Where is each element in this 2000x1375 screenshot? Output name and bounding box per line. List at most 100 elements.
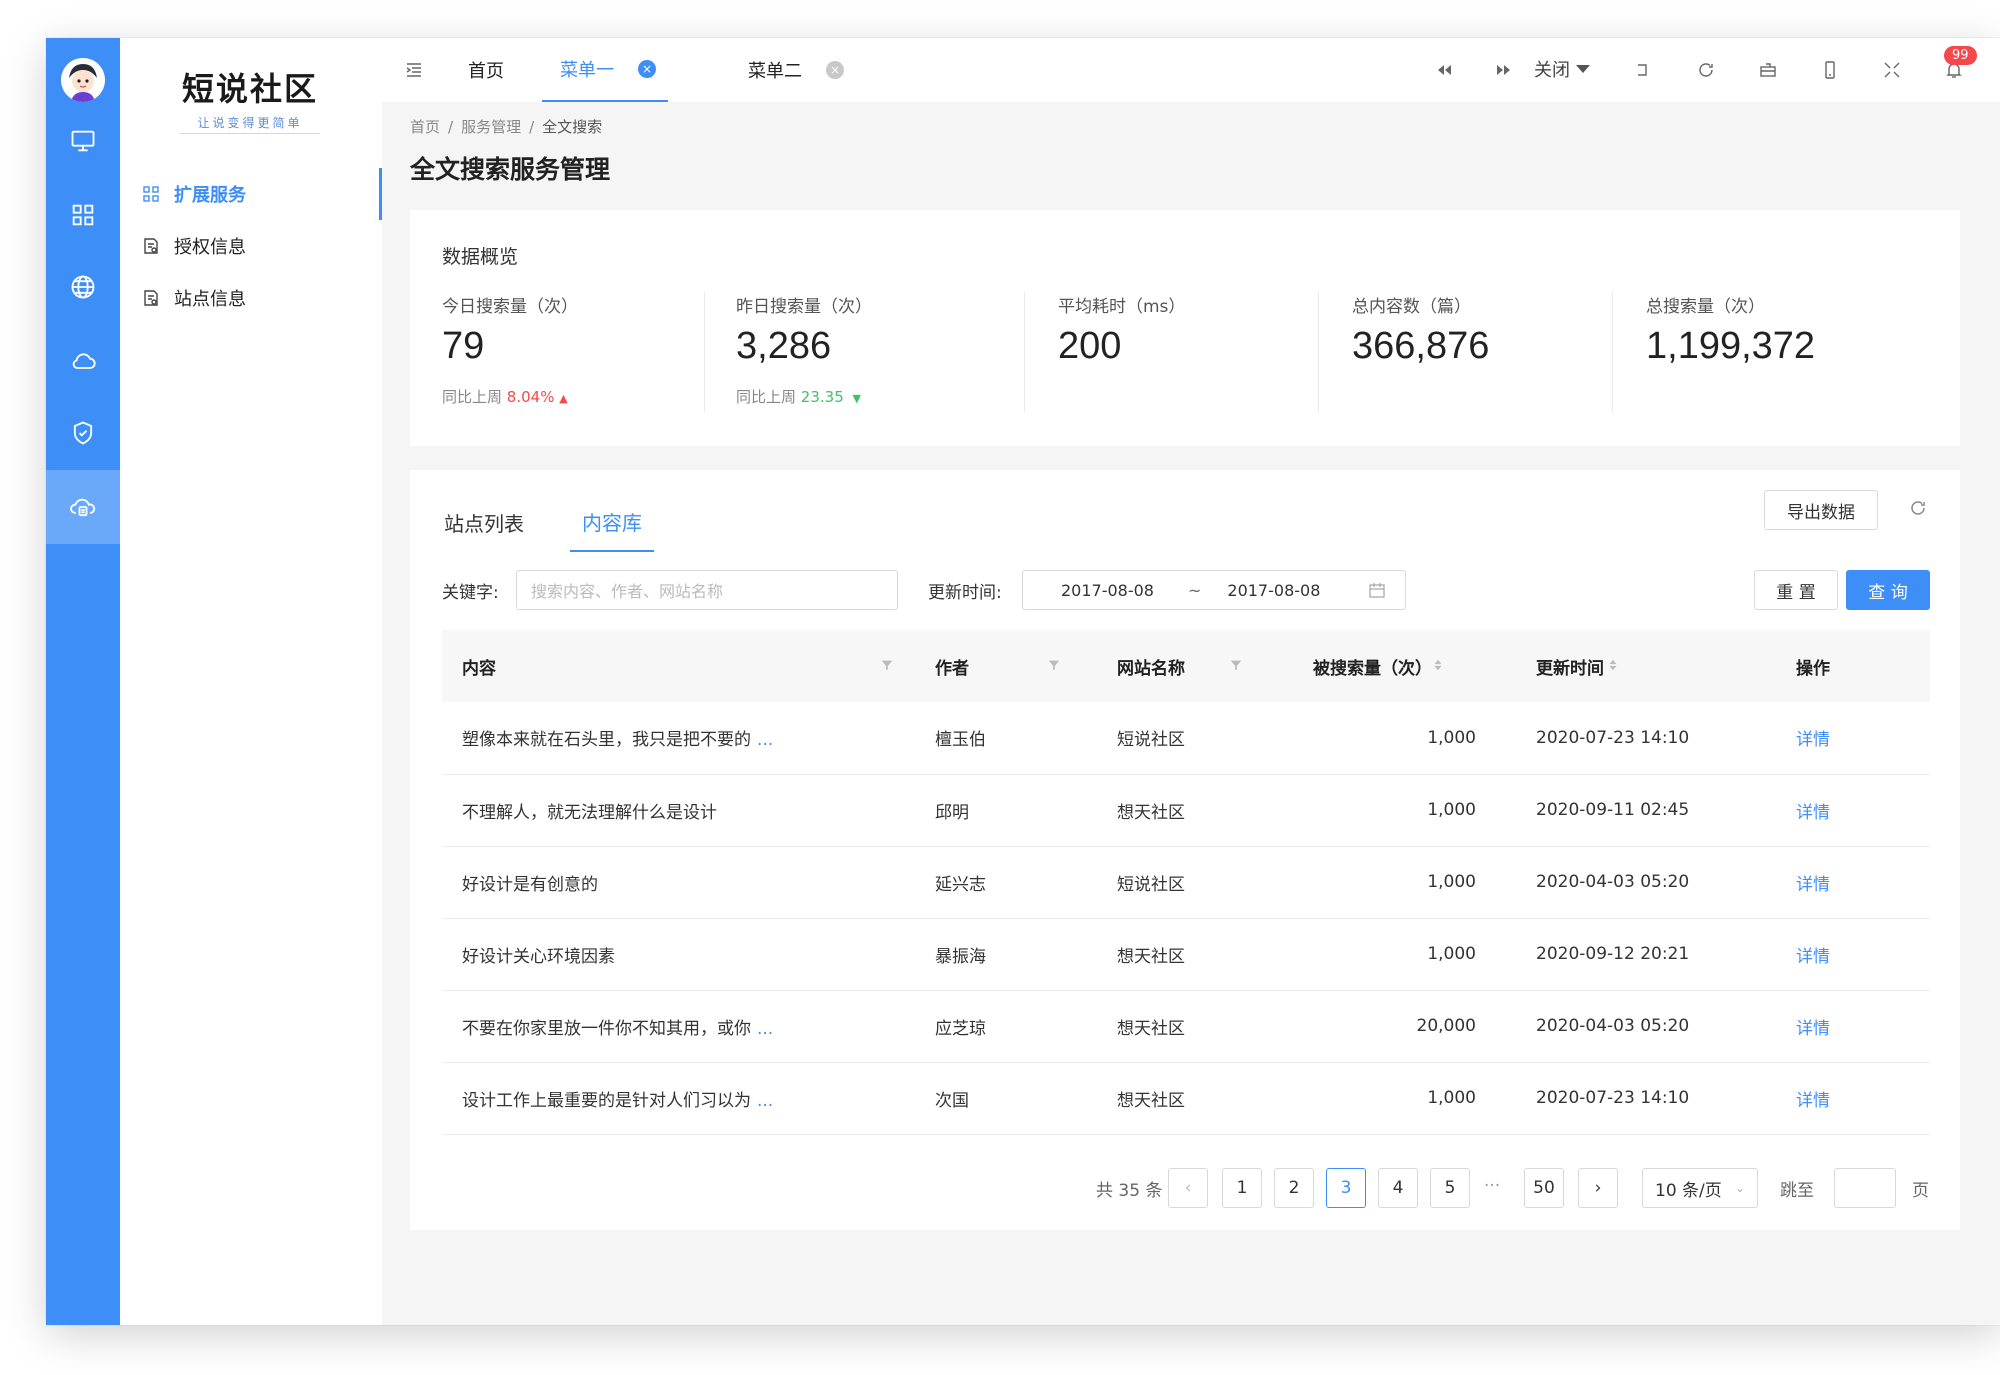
page-size-select[interactable]: 10 条/页 ⌄	[1642, 1168, 1758, 1208]
divider	[704, 292, 705, 412]
fullscreen-icon[interactable]	[1880, 58, 1904, 82]
filter-icon[interactable]	[880, 657, 896, 673]
sort-icon[interactable]	[1431, 657, 1447, 673]
detail-link[interactable]: 详情	[1776, 846, 1930, 919]
content-cell-text: 好设计关心环境因素	[462, 946, 615, 967]
shield-check-icon	[73, 421, 93, 445]
rail-cloud-button[interactable]	[46, 324, 120, 398]
tab-menu-one[interactable]: 菜单一 ×	[542, 38, 668, 102]
more-ellipsis[interactable]: ...	[757, 730, 773, 750]
table-header: 内容 作者 网站名称 被搜索量（次） 更新时间 操作	[442, 630, 1930, 702]
column-label: 内容	[462, 658, 496, 679]
more-ellipsis[interactable]: ...	[757, 1019, 773, 1039]
stat-today: 今日搜索量（次） 79 同比上周 8.04% ▲	[442, 292, 578, 412]
keyword-input[interactable]: 搜索内容、作者、网站名称	[516, 570, 898, 610]
more-pages[interactable]: ···	[1484, 1176, 1500, 1196]
filter-icon[interactable]	[1047, 657, 1063, 673]
tab-content-library[interactable]: 内容库	[570, 492, 654, 552]
jump-input[interactable]	[1834, 1168, 1896, 1208]
scroll-left-icon[interactable]	[1432, 58, 1456, 82]
globe-icon	[71, 275, 95, 299]
rail-monitor-button[interactable]	[46, 104, 120, 178]
rail-cloud-search-button[interactable]	[46, 470, 120, 544]
chevron-down-icon: ⌄	[1734, 1181, 1745, 1195]
jump-label: 跳至	[1780, 1181, 1814, 1201]
tab-menu-two[interactable]: 菜单二 ×	[748, 38, 844, 102]
content-cell-text: 不要在你家里放一件你不知其用，或你	[462, 1018, 751, 1039]
table-row: 设计工作上最重要的是针对人们习以为... 次国 想天社区 1,000 2020-07-2…	[442, 1062, 1930, 1135]
column-search-count[interactable]: 被搜索量（次）	[1293, 630, 1516, 702]
search-count-cell-text: 1,000	[1427, 727, 1476, 748]
detail-link[interactable]: 详情	[1776, 702, 1930, 775]
stat-compare: 同比上周 23.35 ▼	[736, 386, 872, 407]
column-author[interactable]: 作者	[915, 630, 1097, 702]
prev-page-button[interactable]: ‹	[1168, 1168, 1208, 1208]
menu-item-label: 授权信息	[174, 237, 246, 258]
breadcrumb-home[interactable]: 首页	[410, 118, 440, 136]
rail-globe-button[interactable]	[46, 250, 120, 324]
author-cell: 延兴志	[915, 846, 1097, 919]
search-count-cell: 20,000	[1293, 990, 1516, 1063]
sort-icon[interactable]	[1606, 657, 1622, 673]
close-tabs-dropdown[interactable]: 关闭	[1534, 56, 1590, 82]
tab-label: 菜单二	[748, 61, 802, 82]
detail-link-text: 详情	[1796, 730, 1830, 751]
close-tab-icon[interactable]: ×	[826, 61, 844, 79]
content-cell: 好设计关心环境因素	[442, 918, 915, 991]
page-button[interactable]: 5	[1430, 1168, 1470, 1208]
close-label: 关闭	[1534, 60, 1570, 81]
site-cell-text: 短说社区	[1117, 874, 1185, 895]
site-cell-text: 想天社区	[1117, 946, 1185, 967]
filter-icon[interactable]	[1229, 657, 1245, 673]
close-tab-icon[interactable]: ×	[638, 60, 656, 78]
stat-value: 366,876	[1352, 325, 1490, 367]
update-time-label: 更新时间:	[928, 583, 1002, 603]
more-ellipsis[interactable]: ...	[757, 1091, 773, 1111]
export-button[interactable]: 导出数据	[1764, 490, 1878, 530]
page-button[interactable]: 4	[1378, 1168, 1418, 1208]
page-button[interactable]: 2	[1274, 1168, 1314, 1208]
tab-home[interactable]: 首页	[468, 38, 504, 102]
refresh-icon[interactable]	[1908, 498, 1932, 522]
next-page-button[interactable]: ›	[1578, 1168, 1618, 1208]
top-bar: 首页 菜单一 × 菜单二 × 关闭 99	[382, 38, 2000, 102]
breadcrumb-service[interactable]: 服务管理	[461, 118, 521, 136]
tab-site-list[interactable]: 站点列表	[444, 492, 524, 552]
page-button-last[interactable]: 50	[1524, 1168, 1564, 1208]
detail-link[interactable]: 详情	[1776, 918, 1930, 991]
refresh-icon[interactable]	[1694, 58, 1718, 82]
cloud-icon	[72, 353, 96, 369]
rail-grid-button[interactable]	[46, 178, 120, 252]
detail-link-text: 详情	[1796, 1090, 1830, 1111]
rail-shield-button[interactable]	[46, 396, 120, 470]
collapse-menu-icon[interactable]	[404, 60, 424, 80]
menu-item-license[interactable]: 授权信息	[120, 220, 382, 272]
back-icon[interactable]	[1630, 58, 1654, 82]
menu-item-site-info[interactable]: 站点信息	[120, 272, 382, 324]
cabinet-icon[interactable]	[1756, 58, 1780, 82]
column-update-time[interactable]: 更新时间	[1516, 630, 1776, 702]
mobile-icon[interactable]	[1818, 58, 1842, 82]
column-action: 操作	[1776, 630, 1930, 702]
update-time-cell: 2020-09-12 20:21	[1516, 918, 1776, 991]
search-count-cell-text: 1,000	[1427, 1088, 1476, 1108]
tab-label: 菜单一	[560, 60, 614, 81]
content-cell: 不理解人，就无法理解什么是设计	[442, 774, 915, 847]
avatar[interactable]	[61, 58, 105, 102]
menu-item-extensions[interactable]: 扩展服务	[120, 168, 382, 220]
column-content[interactable]: 内容	[442, 630, 915, 702]
query-button[interactable]: 查 询	[1846, 570, 1930, 610]
scroll-right-icon[interactable]	[1492, 58, 1516, 82]
page-button[interactable]: 1	[1222, 1168, 1262, 1208]
date-range-picker[interactable]: 2017-08-08 ~ 2017-08-08	[1022, 570, 1406, 610]
search-count-cell-text: 1,000	[1427, 872, 1476, 892]
page-button-current[interactable]: 3	[1326, 1168, 1366, 1208]
detail-link[interactable]: 详情	[1776, 990, 1930, 1063]
detail-link[interactable]: 详情	[1776, 1062, 1930, 1135]
brand-logo[interactable]: 短说社区 让说变得更简单	[180, 64, 320, 134]
reset-button[interactable]: 重 置	[1754, 570, 1838, 610]
column-site[interactable]: 网站名称	[1097, 630, 1293, 702]
trend-down-icon: ▼	[852, 392, 861, 405]
update-time-cell: 2020-04-03 05:20	[1516, 990, 1776, 1063]
detail-link[interactable]: 详情	[1776, 774, 1930, 847]
